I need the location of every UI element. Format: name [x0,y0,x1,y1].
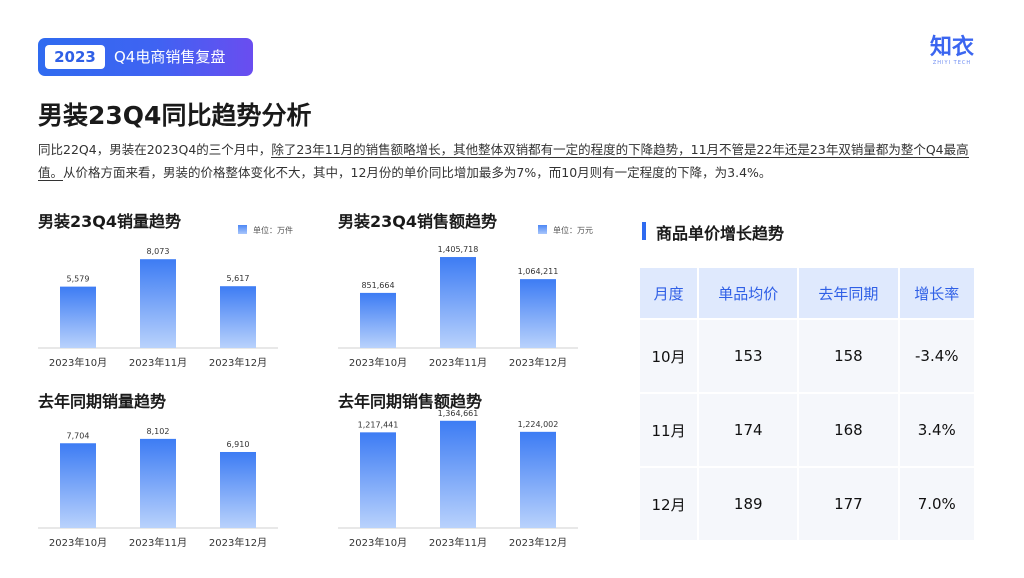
data-label: 1,364,661 [438,409,479,418]
header-month: 月度 [640,268,698,318]
bar-plot: 7,704 2023年10月 8,102 2023年11月 6,910 2023年12月 [38,427,278,549]
report-title: Q4电商销售复盘 [114,48,226,66]
category-label: 2023年11月 [129,536,187,549]
page-title: 男装23Q4同比趋势分析 [38,101,312,130]
logo-text: 知衣 [929,35,974,60]
brand-logo: 知衣 ZHIYI TECH [926,36,978,72]
category-label: 2023年12月 [209,356,267,369]
chart-sales-amount-last-year: 去年同期销售额趋势 1,217,441 2023年10月 1,364,661 2023… [338,388,598,558]
cell-month: 10月 [640,320,698,392]
category-label: 2023年12月 [209,536,267,549]
cell-last-year: 168 [799,394,898,466]
category-label: 2023年10月 [49,536,107,549]
data-label: 8,073 [147,247,170,256]
category-label: 2023年11月 [429,356,487,369]
bar [220,451,256,528]
chart-sales-volume-23q4: 男装23Q4销量趋势 单位：万件 5,579 2023年10月 8,073 2023年… [38,208,298,378]
cell-growth: 7.0% [899,468,974,540]
bar-plot: 851,664 2023年10月 1,405,718 2023年11月 1,064,21… [338,245,578,369]
data-label: 5,579 [67,275,90,284]
header-badge: 2023 Q4电商销售复盘 [38,38,253,76]
data-label: 1,405,718 [438,245,479,254]
data-label: 1,224,002 [518,420,559,429]
bar [520,431,556,528]
description: 同比22Q4，男装在2023Q4的三个月中，除了23年11月的销售额略增长，其他… [38,138,978,184]
header-growth: 增长率 [899,268,974,318]
header-avg-price: 单品均价 [699,268,798,318]
table-header-row: 月度 单品均价 去年同期 增长率 [640,268,974,318]
table-row: 10月 153 158 -3.4% [640,320,974,392]
bar [520,279,556,348]
cell-month: 11月 [640,394,698,466]
data-label: 7,704 [67,431,90,440]
price-table: 月度 单品均价 去年同期 增长率 10月 153 158 -3.4% 11月 1… [638,266,976,542]
category-label: 2023年10月 [349,356,407,369]
category-label: 2023年12月 [509,536,567,549]
cell-growth: 3.4% [899,394,974,466]
category-label: 2023年11月 [429,536,487,549]
cell-avg-price: 153 [699,320,798,392]
bar [440,420,476,528]
bar [60,286,96,348]
bar [140,438,176,528]
bar [140,259,176,348]
logo-subtext: ZHIYI TECH [932,60,972,66]
cell-growth: -3.4% [899,320,974,392]
cell-avg-price: 174 [699,394,798,466]
category-label: 2023年10月 [49,356,107,369]
year-badge: 2023 [45,45,105,69]
data-label: 8,102 [147,427,170,436]
description-part3: 从价格方面来看，男装的价格整体变化不大，其中，12月份的单价同比增加最多为7%，… [63,165,772,180]
data-label: 1,064,211 [518,267,559,276]
description-part1: 同比22Q4，男装在2023Q4的三个月中， [38,142,272,157]
data-label: 5,617 [227,274,250,283]
data-label: 1,217,441 [358,420,399,429]
cell-avg-price: 189 [699,468,798,540]
category-label: 2023年10月 [349,536,407,549]
chart-sales-volume-last-year: 去年同期销量趋势 7,704 2023年10月 8,102 2023年11月 6,910… [38,388,298,558]
chart-sales-amount-23q4: 男装23Q4销售额趋势 单位：万元 851,664 2023年10月 1,405,7… [338,208,598,378]
bar [60,443,96,528]
price-table-title: 商品单价增长趋势 [642,220,784,244]
cell-last-year: 177 [799,468,898,540]
table-row: 11月 174 168 3.4% [640,394,974,466]
table-row: 12月 189 177 7.0% [640,468,974,540]
data-label: 851,664 [361,281,394,290]
cell-last-year: 158 [799,320,898,392]
bar [440,257,476,348]
cell-month: 12月 [640,468,698,540]
bar [360,292,396,348]
header-last-year: 去年同期 [799,268,898,318]
bar-plot: 5,579 2023年10月 8,073 2023年11月 5,617 2023年12月 [38,247,278,369]
data-label: 6,910 [227,440,250,449]
category-label: 2023年12月 [509,356,567,369]
category-label: 2023年11月 [129,356,187,369]
bar [360,432,396,528]
bar-plot: 1,217,441 2023年10月 1,364,661 2023年11月 1,224,… [338,409,578,549]
bar [220,286,256,348]
